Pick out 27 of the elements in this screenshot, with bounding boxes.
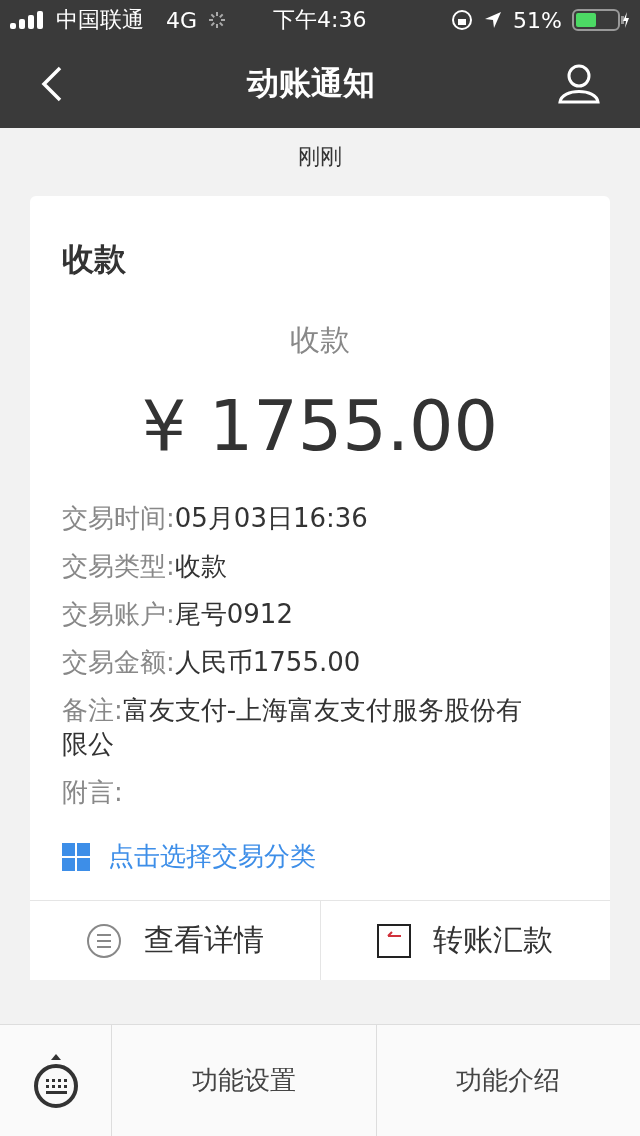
- carrier-text: 中国联通: [56, 6, 144, 34]
- loading-icon: [207, 10, 228, 30]
- action-button[interactable]: 查看详情: [30, 901, 321, 980]
- battery-percent: 51%: [513, 7, 562, 33]
- clock-text: 下午4:36: [273, 6, 367, 34]
- card-title: 收款: [61, 239, 127, 280]
- detail-text: 备注:富友支付-上海富友支付服务股份有限公: [62, 694, 524, 761]
- grid-icon: [62, 842, 90, 871]
- network-text: 4G: [166, 7, 198, 33]
- detail-text: 交易账户:尾号0912: [62, 598, 294, 631]
- transfer-icon: [377, 923, 412, 958]
- detail-text: 交易类型:收款: [62, 550, 228, 583]
- detail-text: 附言:: [62, 776, 124, 809]
- rotation-lock-icon: [451, 9, 474, 31]
- user-icon[interactable]: [558, 64, 600, 104]
- timestamp: 刚刚: [298, 144, 342, 169]
- battery-icon: [572, 9, 630, 31]
- keyboard-icon: [31, 1053, 80, 1108]
- location-icon: [483, 10, 504, 30]
- back-icon[interactable]: [40, 66, 64, 102]
- page-title: 动账通知: [247, 63, 375, 104]
- signal-icon: [10, 11, 46, 29]
- transaction-type: 收款: [289, 321, 351, 359]
- list-icon: [85, 922, 122, 959]
- detail-text: 交易金额:人民币1755.00: [62, 646, 362, 679]
- detail-text: 交易时间:05月03日16:36: [62, 502, 369, 535]
- amount: ¥ 1755.00: [140, 385, 500, 467]
